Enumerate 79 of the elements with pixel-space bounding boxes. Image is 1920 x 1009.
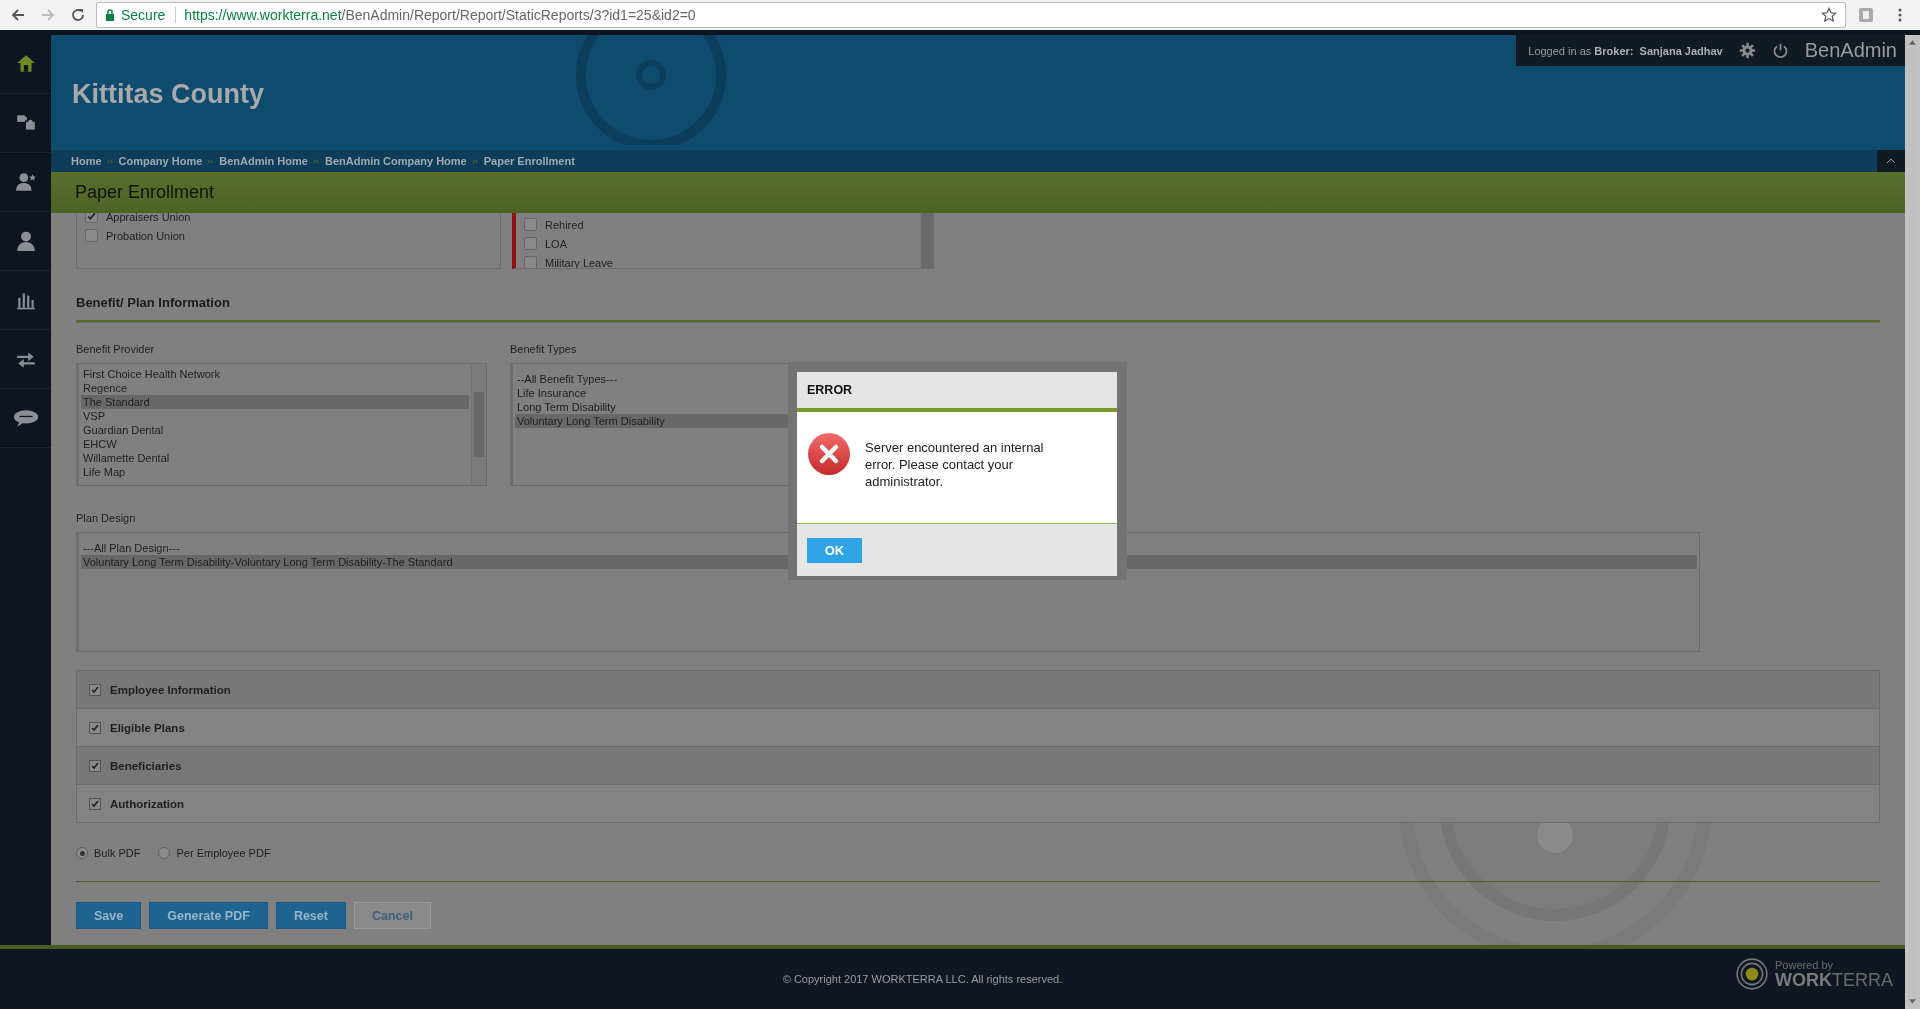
checkbox-label: Employee Information [110, 683, 231, 696]
checkbox-label: Eligible Plans [110, 721, 185, 734]
settings-icon[interactable] [1738, 42, 1756, 59]
field-label: Plan Design [76, 512, 137, 526]
checkbox[interactable] [89, 683, 101, 696]
list-option[interactable]: Willamette Dental [81, 451, 170, 465]
company-name: Kittitas County [72, 79, 264, 110]
url-text: https://www.workterra.net/BenAdmin/Report/Report/StaticReports/3?id1=25&id2=0 [183, 7, 697, 23]
breadcrumb-link[interactable]: BenAdmin Home [219, 155, 308, 167]
list-option[interactable]: Guardian Dental [81, 423, 164, 437]
breadcrumb-separator-icon [106, 157, 114, 165]
checkbox-label: Authorization [110, 797, 185, 810]
list-option[interactable]: The Standard [81, 395, 469, 409]
list-option[interactable]: First Choice Health Network [81, 367, 220, 381]
action-button[interactable]: Generate PDF [149, 902, 268, 929]
list-option[interactable]: EHCW [81, 437, 117, 451]
checkbox[interactable] [524, 218, 537, 231]
secure-label: Secure [121, 7, 177, 23]
checkbox-label: Military Leave [545, 256, 613, 268]
field-label: Benefit Types [510, 343, 578, 357]
breadcrumb-link[interactable]: Home [71, 155, 102, 167]
checkbox-label: Rehired [545, 218, 584, 231]
caret-icon [1886, 158, 1896, 164]
checkbox[interactable] [524, 237, 537, 250]
person-star-icon[interactable] [14, 171, 37, 193]
breadcrumb-link[interactable]: Paper Enrollment [483, 155, 575, 167]
reload-icon[interactable] [70, 7, 86, 23]
person-icon[interactable] [14, 230, 37, 252]
powered-by-text: Powered by [1775, 959, 1835, 971]
checkbox[interactable] [89, 759, 101, 772]
radio-button[interactable] [76, 847, 88, 859]
brand-text: WORKTERRA [1775, 970, 1893, 989]
radio-label: Bulk PDF [94, 847, 141, 859]
section-title: Benefit/ Plan Information [76, 295, 231, 310]
chat-icon[interactable] [11, 407, 40, 429]
scroll-down-icon[interactable] [1908, 999, 1917, 1005]
list-option[interactable]: Long Term Disability [515, 400, 616, 414]
radio-button[interactable] [158, 847, 171, 859]
checkbox-label: Beneficiaries [110, 759, 182, 772]
breadcrumb-separator-icon [207, 157, 215, 165]
checkbox[interactable] [85, 229, 98, 242]
checkbox[interactable] [85, 213, 98, 223]
back-icon[interactable] [10, 7, 26, 23]
power-icon[interactable] [1771, 42, 1789, 59]
list-option[interactable]: Life Map [81, 465, 126, 479]
copyright-text: © Copyright 2017 WORKTERRA LLC. All rights reserved. [782, 973, 1063, 985]
breadcrumb-link[interactable]: Company Home [118, 155, 203, 167]
scrollbar[interactable] [920, 213, 933, 268]
app-name: BenAdmin [1804, 39, 1897, 62]
target-logo-icon [1735, 957, 1769, 991]
action-button[interactable]: Reset [275, 902, 346, 929]
checkbox[interactable] [89, 797, 101, 810]
page-title: Paper Enrollment [75, 182, 215, 203]
list-option[interactable]: VSP [81, 409, 105, 423]
logged-in-text: Logged in as Broker: Sanjana Jadhav [1528, 44, 1723, 57]
checkbox[interactable] [524, 256, 537, 268]
breadcrumb-separator-icon [471, 157, 479, 165]
checkbox[interactable] [89, 721, 101, 734]
breadcrumb-separator-icon [312, 157, 320, 165]
checkbox-label: Appraisers Union [106, 213, 191, 223]
lock-icon [105, 9, 115, 21]
ok-button[interactable]: OK [807, 537, 862, 563]
action-button[interactable]: Save [76, 902, 142, 929]
scroll-up-icon[interactable] [1908, 39, 1917, 45]
checkbox-label: Probation Union [106, 229, 185, 242]
address-bar[interactable]: Secure https://www.workterra.net/BenAdmin/Report/Report/StaticReports/3?id1=25&id2=0 [96, 2, 1846, 28]
list-option[interactable]: Life Insurance [515, 386, 587, 400]
list-option[interactable]: --All Benefit Types--- [515, 372, 618, 386]
field-label: Benefit Provider [76, 343, 156, 357]
breadcrumb-link[interactable]: BenAdmin Company Home [324, 155, 467, 167]
list-option[interactable]: Regence [81, 381, 128, 395]
radio-label: Per Employee PDF [176, 847, 271, 859]
page-scrollbar[interactable] [1905, 35, 1920, 1009]
list-option[interactable]: ---All Plan Design--- [81, 541, 180, 555]
dialog-title: ERROR [797, 372, 1117, 412]
error-icon [807, 432, 851, 476]
star-icon[interactable] [1821, 7, 1837, 23]
checkbox-label: LOA [545, 237, 567, 250]
benefit-provider-list[interactable]: First Choice Health Network Regence The Standard VSP Guardian Dental EHCW Willamette Dental Life Map [76, 363, 487, 486]
